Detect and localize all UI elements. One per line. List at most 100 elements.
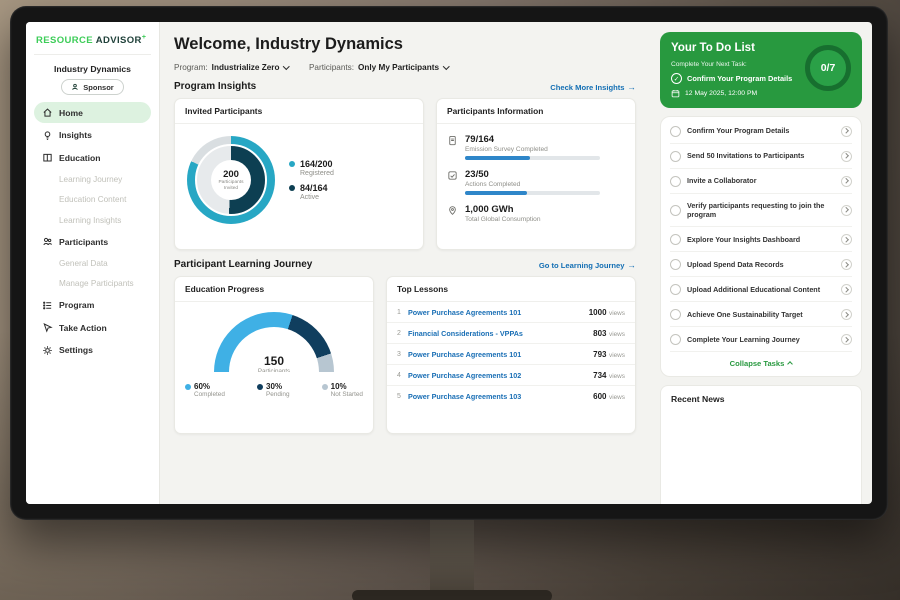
chevron-right-icon[interactable]	[841, 309, 852, 320]
desk-background: RESOURCE ADVISOR+ Industry Dynamics Spon…	[0, 0, 900, 600]
calendar-icon	[671, 89, 680, 98]
progress-fill	[465, 191, 527, 195]
lesson-link[interactable]: Financial Considerations - VPPAs	[408, 329, 593, 338]
program-filter[interactable]: Program:Industrialize Zero	[174, 63, 289, 72]
chevron-right-icon[interactable]	[841, 284, 852, 295]
legend-label: Registered	[300, 170, 334, 177]
chevron-right-icon[interactable]	[841, 126, 852, 137]
collapse-tasks-link[interactable]: Collapse Tasks	[670, 352, 852, 374]
recent-news-title: Recent News	[671, 394, 725, 404]
card-title: Education Progress	[175, 277, 373, 302]
dashboard-screen: RESOURCE ADVISOR+ Industry Dynamics Spon…	[26, 22, 872, 504]
views-label: views	[609, 310, 625, 317]
chevron-right-icon[interactable]	[841, 334, 852, 345]
page-title: Welcome, Industry Dynamics	[174, 35, 636, 54]
sidebar-item-insights[interactable]: Insights	[34, 125, 151, 146]
legend-dot	[185, 384, 191, 390]
checkbox-icon[interactable]	[670, 334, 681, 345]
task-item[interactable]: Confirm Your Program Details	[670, 119, 852, 144]
lesson-link[interactable]: Power Purchase Agreements 103	[408, 392, 593, 401]
todo-panel: Your To Do List Complete Your Next Task:…	[650, 22, 872, 504]
checkbox-icon[interactable]	[670, 205, 681, 216]
lesson-row: 1 Power Purchase Agreements 101 1000view…	[387, 302, 635, 323]
person-icon	[71, 83, 79, 91]
checkbox-icon[interactable]	[670, 259, 681, 270]
sidebar-item-participants[interactable]: Participants	[34, 231, 151, 252]
program-insights-cards: Invited Participants 200 Participants In…	[174, 98, 636, 250]
sidebar-item-take-action[interactable]: Take Action	[34, 317, 151, 338]
chevron-right-icon[interactable]	[841, 205, 852, 216]
stat-value: 23/50	[465, 169, 600, 180]
donut-center-value: 200	[223, 169, 239, 180]
chevron-right-icon[interactable]	[841, 176, 852, 187]
insights-icon	[42, 130, 53, 141]
program-filter-value: Industrialize Zero	[212, 63, 280, 72]
chevron-down-icon	[443, 63, 449, 69]
sidebar-item-manage-participants[interactable]: Manage Participants	[34, 274, 151, 293]
task-item[interactable]: Verify participants requesting to join t…	[670, 194, 852, 227]
task-label: Upload Additional Educational Content	[687, 285, 835, 295]
arrow-right-icon: →	[628, 260, 637, 270]
sidebar-item-general-data[interactable]: General Data	[34, 254, 151, 273]
lesson-views: 734	[593, 371, 606, 380]
program-icon	[42, 300, 53, 311]
monitor-stand-base	[352, 590, 552, 600]
task-label: Confirm Your Program Details	[687, 126, 835, 136]
task-item[interactable]: Explore Your Insights Dashboard	[670, 227, 852, 252]
sidebar-item-education-content[interactable]: Education Content	[34, 190, 151, 209]
lesson-link[interactable]: Power Purchase Agreements 102	[408, 371, 593, 380]
todo-next-task-label: Confirm Your Program Details	[687, 74, 792, 83]
sidebar-item-education[interactable]: Education	[34, 147, 151, 168]
sidebar-item-label: Participants	[59, 237, 108, 247]
sidebar-item-learning-journey[interactable]: Learning Journey	[34, 170, 151, 189]
gauge-center-label: Participants	[214, 368, 334, 372]
check-more-insights-link[interactable]: Check More Insights→	[550, 82, 636, 92]
checkbox-icon[interactable]	[670, 234, 681, 245]
task-item[interactable]: Upload Spend Data Records	[670, 252, 852, 277]
legend-label: Not Started	[331, 391, 363, 398]
checkbox-icon[interactable]	[670, 151, 681, 162]
lesson-views: 600	[593, 392, 606, 401]
checkbox-icon[interactable]	[670, 176, 681, 187]
sidebar-item-program[interactable]: Program	[34, 295, 151, 316]
lesson-rank: 5	[397, 393, 408, 400]
sidebar-item-learning-insights[interactable]: Learning Insights	[34, 211, 151, 230]
task-item[interactable]: Upload Additional Educational Content	[670, 277, 852, 302]
sidebar-item-home[interactable]: Home	[34, 102, 151, 123]
sponsor-badge[interactable]: Sponsor	[61, 79, 123, 95]
legend-value: 30%	[266, 382, 282, 391]
chevron-right-icon[interactable]	[841, 151, 852, 162]
go-to-learning-journey-link[interactable]: Go to Learning Journey→	[539, 260, 636, 270]
donut-center-label: Participants Invited	[214, 180, 248, 192]
participants-filter[interactable]: Participants:Only My Participants	[309, 63, 449, 72]
task-item[interactable]: Invite a Collaborator	[670, 169, 852, 194]
views-label: views	[609, 394, 625, 401]
lesson-link[interactable]: Power Purchase Agreements 101	[408, 308, 589, 317]
task-item[interactable]: Achieve One Sustainability Target	[670, 302, 852, 327]
todo-summary-card: Your To Do List Complete Your Next Task:…	[660, 32, 862, 108]
sidebar-item-label: General Data	[59, 259, 108, 268]
todo-due-label: 12 May 2025, 12:00 PM	[685, 90, 757, 97]
chevron-right-icon[interactable]	[841, 259, 852, 270]
lesson-link[interactable]: Power Purchase Agreements 101	[408, 350, 593, 359]
sidebar-item-settings[interactable]: Settings	[34, 340, 151, 361]
checkbox-icon[interactable]	[670, 284, 681, 295]
checkbox-icon[interactable]	[670, 309, 681, 320]
recent-news-section[interactable]: Recent News	[660, 385, 862, 504]
legend-value: 60%	[194, 382, 210, 391]
sidebar-item-label: Education	[59, 153, 101, 163]
sidebar-item-label: Take Action	[59, 323, 107, 333]
lesson-rank: 4	[397, 372, 408, 379]
sidebar-item-label: Home	[59, 108, 83, 118]
checkbox-icon[interactable]	[670, 126, 681, 137]
legend-label: Active	[300, 194, 334, 201]
chevron-right-icon[interactable]	[841, 234, 852, 245]
survey-icon	[447, 135, 458, 160]
filter-bar: Program:Industrialize Zero Participants:…	[174, 63, 636, 72]
todo-progress-ring: 0/7	[805, 45, 851, 91]
task-item[interactable]: Send 50 Invitations to Participants	[670, 144, 852, 169]
legend-value: 10%	[331, 382, 347, 391]
task-item[interactable]: Complete Your Learning Journey	[670, 327, 852, 352]
home-icon	[42, 107, 53, 118]
donut-center: 200 Participants Invited	[211, 160, 251, 200]
